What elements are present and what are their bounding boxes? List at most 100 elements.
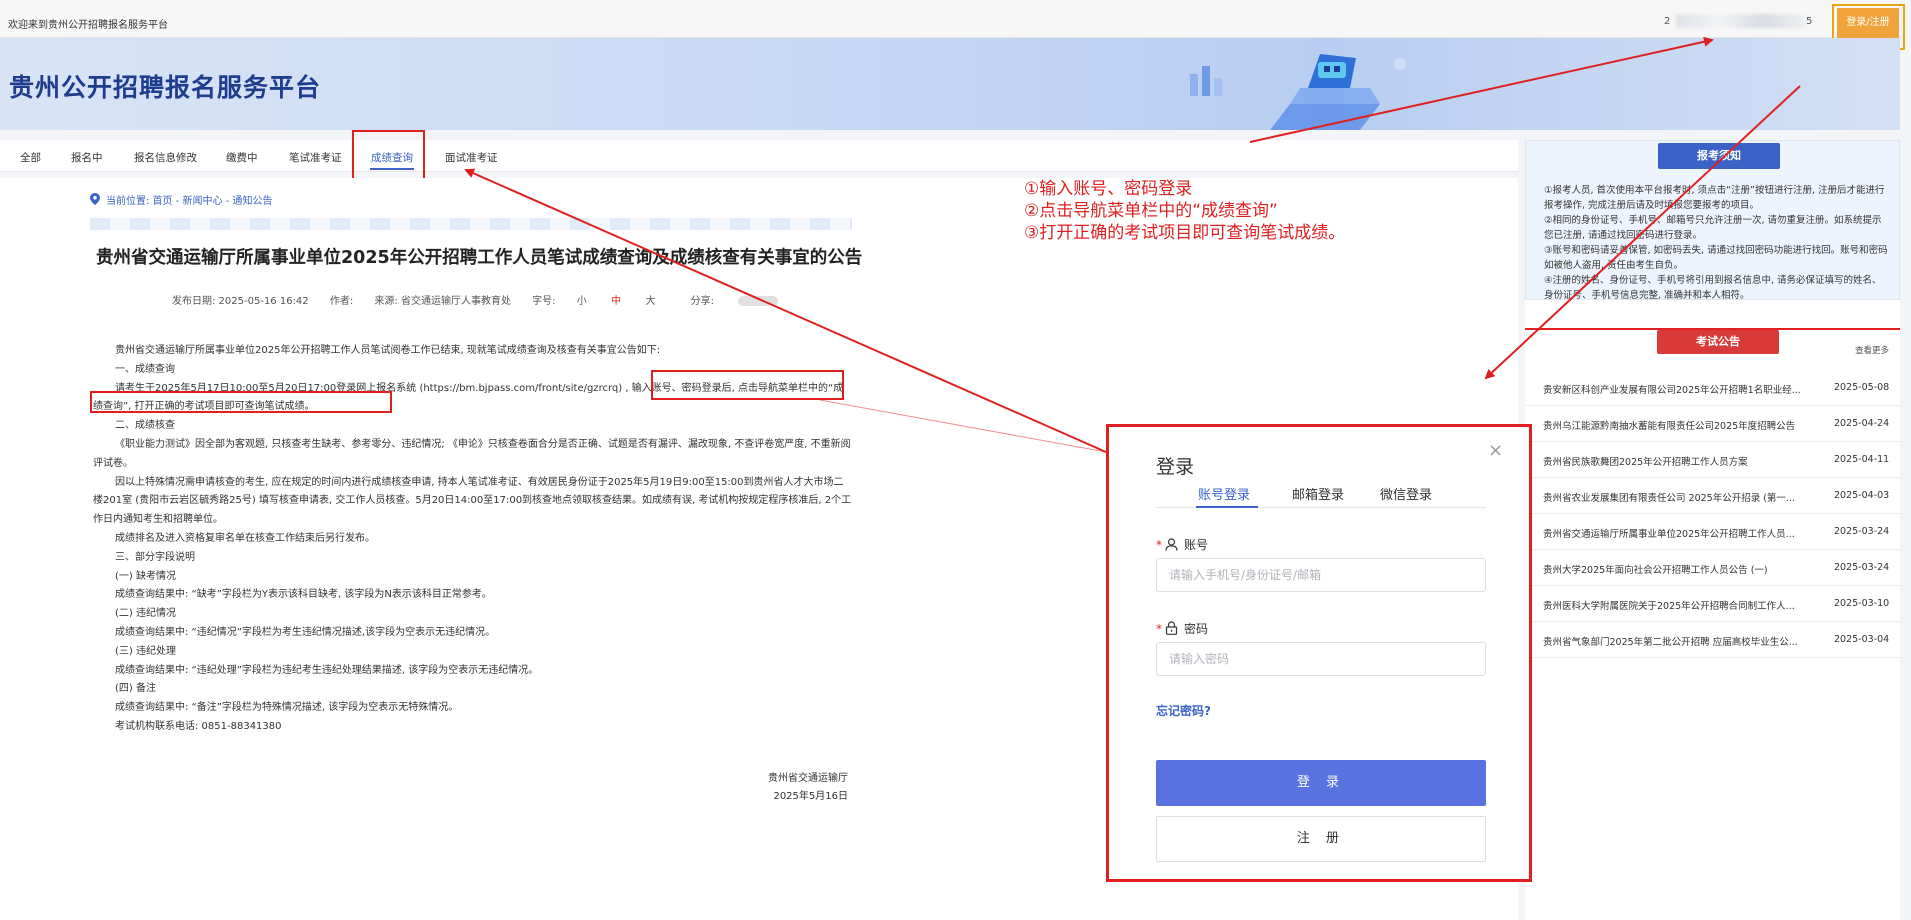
font-medium-button[interactable]: 中 [611, 296, 621, 307]
article-meta: 发布日期: 2025-05-16 16:42 作者: 来源: 省交通运输厅人事教… [172, 292, 796, 307]
notice-item[interactable]: 贵州省交通运输厅所属事业单位2025年公开招聘工作人员... 2025-03-24 [1525, 514, 1900, 550]
location-pin-icon [90, 193, 100, 205]
login-modal: 登录 × 账号登录 邮箱登录 微信登录 *账号 *密码 忘记密码? 登 录 注 … [1114, 432, 1528, 878]
share-icons[interactable] [738, 296, 779, 306]
username-suffix: 5 [1806, 16, 1813, 27]
notice-title-text[interactable]: 贵州省气象部门2025年第二批公开招聘 应届高校毕业生公... [1543, 634, 1823, 648]
notice-item[interactable]: 贵州省气象部门2025年第二批公开招聘 应届高校毕业生公... 2025-03-0… [1525, 622, 1900, 658]
welcome-text: 欢迎来到贵州公开招聘报名服务平台 [8, 20, 168, 31]
guide-line: ②相同的身份证号、手机号、邮箱号只允许注册一次, 请勿重复注册。如系统提示您已注… [1544, 215, 1882, 241]
nav-item-all[interactable]: 全部 [20, 150, 41, 165]
lock-icon [1165, 621, 1178, 635]
forgot-password-link[interactable]: 忘记密码? [1156, 702, 1211, 719]
page: 欢迎来到贵州公开招聘报名服务平台 2 5 登录/注册 贵州公开招聘报名服务平台 … [0, 0, 1911, 920]
decorative-band [90, 218, 852, 230]
publish-date: 发布日期: 2025-05-16 16:42 [172, 296, 309, 307]
notice-item[interactable]: 贵州省民族歌舞团2025年公开招聘工作人员方案 2025-04-11 [1525, 442, 1900, 478]
guide-line: ④注册的姓名、身份证号、手机号将引用到报名信息中, 请务必保证填写的姓名、身份证… [1544, 275, 1882, 301]
notice-item[interactable]: 贵州医科大学附属医院关于2025年公开招聘合同制工作人... 2025-03-10 [1525, 586, 1900, 622]
notice-title-text[interactable]: 贵州省农业发展集团有限责任公司 2025年公开招录 (第一... [1543, 490, 1823, 504]
account-label-text: 账号 [1184, 538, 1209, 552]
notice-title-text[interactable]: 贵安新区科创产业发展有限公司2025年公开招聘1名职业经... [1543, 382, 1823, 396]
sub-heading: (三) 违纪处理 [115, 645, 176, 657]
signature-date: 2025年5月16日 [773, 791, 848, 802]
register-button[interactable]: 注 册 [1156, 816, 1486, 862]
login-submit-button[interactable]: 登 录 [1156, 760, 1486, 806]
site-title[interactable]: 贵州公开招聘报名服务平台 [9, 68, 321, 104]
notice-more-link[interactable]: 查看更多 [1855, 344, 1889, 356]
paragraph: 成绩排名及进入资格复审名单在核查工作结束后另行发布。 [115, 532, 375, 544]
notice-date: 2025-04-24 [1834, 418, 1890, 429]
font-size-control: 字号: 小 中 大 [532, 296, 673, 307]
guide-line: ③账号和密码请妥善保管, 如密码丢失, 请通过找回密码功能进行找回。账号和密码如… [1544, 245, 1888, 271]
site-banner: 贵州公开招聘报名服务平台 [0, 38, 1900, 130]
active-tab-indicator [1196, 506, 1258, 508]
breadcrumb-text[interactable]: 当前位置: 首页 - 新闻中心 - 通知公告 [106, 196, 272, 207]
login-title: 登录 [1156, 456, 1195, 478]
instruction-step-3: ③打开正确的考试项目即可查询笔试成绩。 [1024, 223, 1346, 243]
font-large-button[interactable]: 大 [645, 296, 655, 307]
password-label-text: 密码 [1184, 622, 1209, 636]
exam-guide-box: 报考须知 ①报考人员, 首次使用本平台报考时, 须点击“注册”按钮进行注册, 注… [1525, 140, 1900, 303]
notice-date: 2025-04-11 [1834, 454, 1890, 465]
notice-item[interactable]: 贵州大学2025年面向社会公开招聘工作人员公告 (一) 2025-03-24 [1525, 550, 1900, 586]
notice-title-text[interactable]: 贵州乌江能源黔南抽水蓄能有限责任公司2025年度招聘公告 [1543, 418, 1823, 432]
guide-title: 报考须知 [1658, 143, 1780, 169]
notice-title-text[interactable]: 贵州省民族歌舞团2025年公开招聘工作人员方案 [1543, 454, 1823, 468]
nav-item-payment[interactable]: 缴费中 [226, 150, 258, 165]
signature-org: 贵州省交通运输厅 [768, 773, 848, 784]
nav-item-written-exam-ticket[interactable]: 笔试准考证 [289, 150, 342, 165]
nav-item-registering[interactable]: 报名中 [71, 150, 103, 165]
account-input[interactable] [1156, 558, 1486, 592]
paragraph: 成绩查询结果中: “违纪处理”字段栏为违纪考生违纪处理结果描述, 该字段为空表示… [115, 664, 539, 676]
login-step-highlight [651, 370, 844, 400]
notice-title-text[interactable]: 贵州医科大学附属医院关于2025年公开招聘合同制工作人... [1543, 598, 1823, 612]
notice-date: 2025-04-03 [1834, 490, 1890, 501]
password-input[interactable] [1156, 642, 1486, 676]
tab-account-login[interactable]: 账号登录 [1198, 484, 1250, 503]
notice-title: 考试公告 [1657, 330, 1779, 354]
sub-heading: (四) 备注 [115, 683, 156, 695]
instruction-step-1: ①输入账号、密码登录 [1024, 179, 1193, 199]
score-query-highlight [352, 130, 425, 184]
account-label: * 账号 [1156, 538, 1209, 552]
instruction-notes: ①输入账号、密码登录 ②点击导航菜单栏中的“成绩查询” ③打开正确的考试项目即可… [1024, 178, 1345, 244]
paragraph: 贵州省交通运输厅所属事业单位2025年公开招聘工作人员笔试阅卷工作已结束, 现就… [115, 345, 661, 356]
breadcrumb: 当前位置: 首页 - 新闻中心 - 通知公告 [90, 192, 272, 207]
guide-text: ①报考人员, 首次使用本平台报考时, 须点击“注册”按钮进行注册, 注册后才能进… [1544, 183, 1890, 303]
tab-wechat-login[interactable]: 微信登录 [1380, 484, 1432, 503]
source-label: 来源: 省交通运输厅人事教育处 [374, 296, 511, 307]
sub-heading: (一) 缺考情况 [115, 570, 176, 582]
notice-date: 2025-03-04 [1834, 634, 1890, 645]
author-label: 作者: [329, 296, 354, 307]
notice-item[interactable]: 贵州乌江能源黔南抽水蓄能有限责任公司2025年度招聘公告 2025-04-24 [1525, 406, 1900, 442]
paragraph: 因以上特殊情况需申请核查的考生, 应在规定的时间内进行成绩核查申请, 持本人笔试… [93, 476, 852, 526]
tab-email-login[interactable]: 邮箱登录 [1292, 484, 1344, 503]
sub-heading: (二) 违纪情况 [115, 608, 176, 620]
article-title: 贵州省交通运输厅所属事业单位2025年公开招聘工作人员笔试成绩查询及成绩核查有关… [96, 248, 863, 268]
section-heading: 三、部分字段说明 [115, 551, 195, 563]
query-step-highlight [90, 391, 392, 413]
username-prefix: 2 [1664, 16, 1671, 27]
guide-line: ①报考人员, 首次使用本平台报考时, 须点击“注册”按钮进行注册, 注册后才能进… [1544, 185, 1885, 211]
font-small-button[interactable]: 小 [577, 296, 587, 307]
nav-item-edit-registration[interactable]: 报名信息修改 [134, 150, 197, 165]
notice-item[interactable]: 贵州省农业发展集团有限责任公司 2025年公开招录 (第一... 2025-04-… [1525, 478, 1900, 514]
nav-item-interview-ticket[interactable]: 面试准考证 [445, 150, 498, 165]
top-bar: 欢迎来到贵州公开招聘报名服务平台 2 5 登录/注册 [0, 0, 1900, 38]
notice-title-text[interactable]: 贵州省交通运输厅所属事业单位2025年公开招聘工作人员... [1543, 526, 1823, 540]
article-signature: 贵州省交通运输厅 2025年5月16日 [760, 770, 848, 806]
notice-date: 2025-03-24 [1834, 562, 1890, 573]
notice-title-text[interactable]: 贵州大学2025年面向社会公开招聘工作人员公告 (一) [1543, 562, 1823, 576]
close-icon[interactable]: × [1488, 440, 1503, 461]
paragraph: 成绩查询结果中: “违纪情况”字段栏为考生违纪情况描述,该字段为空表示无违纪情况… [115, 626, 496, 638]
notice-item[interactable]: 贵安新区科创产业发展有限公司2025年公开招聘1名职业经... 2025-05-0… [1525, 370, 1900, 406]
password-label: * 密码 [1156, 621, 1209, 636]
notice-date: 2025-03-24 [1834, 526, 1890, 537]
blurred-username [1676, 14, 1806, 28]
banner-illustration [1190, 54, 1406, 130]
share-label: 分享: [690, 296, 715, 307]
contact-phone: 考试机构联系电话: 0851-88341380 [115, 720, 282, 732]
paragraph: 《职业能力测试》因全部为客观题, 只核查考生缺考、参考零分、违纪情况; 《申论》… [93, 438, 851, 469]
notice-date: 2025-03-10 [1834, 598, 1890, 609]
